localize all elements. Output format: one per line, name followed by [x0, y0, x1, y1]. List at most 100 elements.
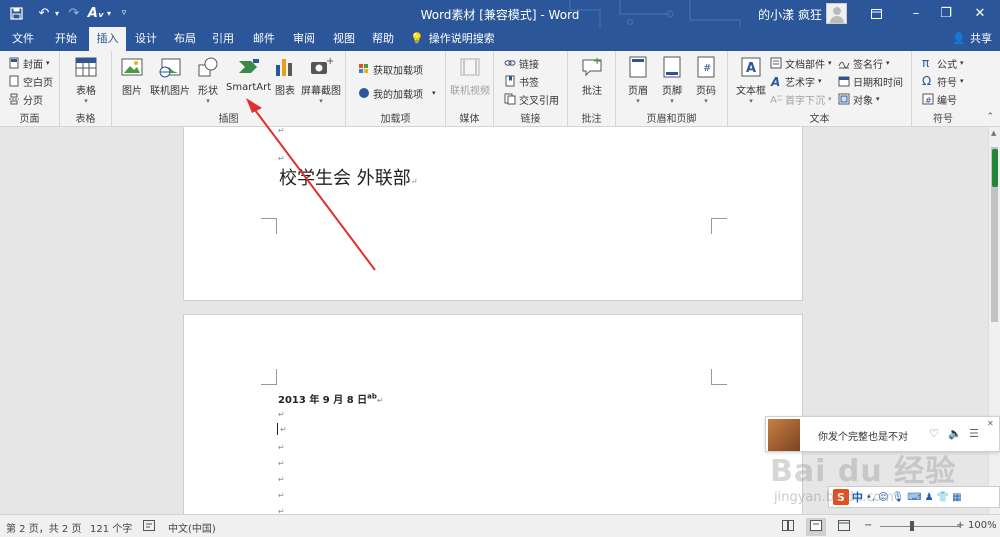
svg-text:+: + — [593, 56, 601, 67]
user-name[interactable]: 的小漾 疯狂 — [758, 6, 822, 23]
tab-view[interactable]: 视图 — [325, 27, 363, 51]
chart-button[interactable]: 图表 — [273, 55, 297, 97]
toolbox-icon[interactable]: ▦ — [952, 492, 961, 503]
list-icon[interactable]: ☰ — [969, 427, 979, 440]
table-button[interactable]: 表格 ▾ — [74, 55, 98, 105]
ribbon-tabs: 文件 开始 插入 设计 布局 引用 邮件 审阅 视图 帮助 💡 操作说明搜索 👤… — [0, 27, 1000, 51]
group-label-illustrations: 插图 — [218, 114, 239, 125]
zoom-out-button[interactable]: − — [864, 520, 872, 531]
tab-home[interactable]: 开始 — [46, 27, 86, 51]
date-time-button[interactable]: 日期和时间 — [838, 73, 903, 89]
picture-button[interactable]: 图片 — [120, 55, 144, 97]
tab-review[interactable]: 审阅 — [285, 27, 323, 51]
collapse-ribbon-icon[interactable]: ⌃ — [986, 112, 994, 122]
heart-icon[interactable]: ♡ — [929, 427, 939, 440]
tab-design[interactable]: 设计 — [128, 27, 164, 51]
svg-text:#: # — [703, 63, 711, 74]
screenshot-button[interactable]: + 屏幕截图 ▾ — [301, 55, 341, 105]
skin-icon[interactable]: 👕 — [937, 492, 949, 503]
online-picture-button[interactable]: 联机图片 — [150, 55, 190, 97]
tab-mailings[interactable]: 邮件 — [245, 27, 283, 51]
my-addins-button[interactable]: 我的加载项 ▾ — [358, 85, 436, 101]
print-layout-icon[interactable] — [806, 518, 826, 536]
wordart-label: 艺术字 — [785, 77, 815, 89]
zoom-in-button[interactable]: + — [956, 520, 964, 531]
wordart-button[interactable]: A 艺术字 ▾ — [770, 73, 822, 89]
margin-corner — [261, 369, 277, 385]
group-illustrations: 图片 联机图片 形状 ▾ SmartArt 图表 + 屏幕截图 ▾ 插图 — [112, 51, 346, 127]
new-comment-button[interactable]: + 批注 — [580, 55, 604, 97]
svg-text:A: A — [770, 95, 777, 105]
page2-date-text[interactable]: 2013 年 9 月 8 日ab↵ — [278, 391, 384, 406]
keyboard-icon[interactable]: ⌨ — [907, 492, 921, 503]
page-count[interactable]: 第 2 页，共 2 页 — [6, 520, 81, 535]
user-icon[interactable]: ♟ — [925, 492, 934, 503]
signature-line-button[interactable]: 签名行 ▾ — [838, 55, 890, 71]
header-button[interactable]: 页眉 ▾ — [626, 55, 650, 105]
group-text: A 文本框 ▾ 文档部件 ▾ A 艺术字 ▾ A 首字下沉 ▾ 签名行 ▾ 日期和时间 … — [728, 51, 912, 127]
online-video-button[interactable]: 联机视频 — [450, 55, 490, 97]
page-number-button[interactable]: # 页码 ▾ — [694, 55, 718, 105]
word-count[interactable]: 121 个字 — [90, 520, 132, 535]
scroll-up-icon[interactable]: ▲ — [991, 129, 996, 137]
store-icon — [358, 63, 370, 75]
cross-reference-label: 交叉引用 — [519, 95, 559, 107]
volume-icon[interactable]: 🔈 — [948, 427, 962, 440]
cover-page-button[interactable]: 封面 ▾ — [8, 55, 50, 71]
close-button[interactable]: ✕ — [960, 0, 1000, 27]
tab-references[interactable]: 引用 — [205, 27, 241, 51]
tab-file[interactable]: 文件 — [4, 27, 42, 51]
read-mode-icon[interactable] — [782, 520, 794, 534]
group-label-links: 链接 — [520, 114, 541, 125]
document-page-1[interactable]: ↵ ↵ 校学生会 外联部↵ — [183, 127, 803, 301]
quick-parts-button[interactable]: 文档部件 ▾ — [770, 55, 832, 71]
cross-reference-button[interactable]: 交叉引用 — [504, 91, 559, 107]
tab-insert[interactable]: 插入 — [89, 27, 126, 51]
paragraph-mark: ↵ — [278, 443, 285, 452]
proofing-icon[interactable] — [143, 520, 155, 534]
my-addins-icon — [358, 87, 370, 99]
number-label: 编号 — [937, 95, 957, 107]
number-button[interactable]: # 编号 — [922, 91, 957, 107]
zoom-slider-thumb[interactable] — [910, 521, 914, 531]
tab-layout[interactable]: 布局 — [167, 27, 203, 51]
pi-icon: π — [922, 56, 930, 70]
margin-corner — [261, 218, 277, 234]
bookmark-button[interactable]: 书签 — [504, 73, 539, 89]
scroll-grip[interactable] — [992, 149, 998, 187]
zoom-slider[interactable] — [880, 526, 960, 527]
omega-icon: Ω — [922, 74, 932, 88]
avatar[interactable] — [826, 3, 847, 24]
symbol-button[interactable]: Ω 符号 ▾ — [922, 73, 964, 89]
language-indicator[interactable]: 中文(中国) — [168, 520, 216, 535]
group-links: 链接 书签 交叉引用 链接 — [494, 51, 568, 127]
equation-button[interactable]: π 公式 ▾ — [922, 55, 964, 71]
shapes-button[interactable]: 形状 ▾ — [196, 55, 220, 105]
blank-page-icon — [8, 75, 20, 87]
group-label-addins: 加载项 — [380, 114, 411, 125]
shapes-label: 形状 — [198, 86, 218, 97]
link-button[interactable]: 链接 — [504, 55, 539, 71]
drop-cap-button[interactable]: A 首字下沉 ▾ — [770, 91, 832, 107]
smartart-button[interactable]: SmartArt — [226, 55, 271, 93]
tell-me-search[interactable]: 💡 操作说明搜索 — [410, 27, 500, 51]
vertical-scrollbar[interactable]: ▲ — [988, 127, 1000, 514]
margin-corner — [711, 369, 727, 385]
document-page-2[interactable]: 2013 年 9 月 8 日ab↵ ↵ ↵ ↵ ↵ ↵ ↵ ↵ — [183, 314, 803, 514]
textbox-button[interactable]: A 文本框 ▾ — [736, 55, 766, 105]
object-button[interactable]: 对象 ▾ — [838, 91, 880, 107]
page1-heading-text[interactable]: 校学生会 外联部↵ — [279, 164, 417, 190]
web-layout-icon[interactable] — [838, 520, 850, 534]
group-addins: 获取加载项 我的加载项 ▾ 加载项 — [346, 51, 446, 127]
textbox-icon: A — [739, 55, 763, 79]
page-break-button[interactable]: 分页 — [8, 91, 43, 107]
blank-page-button[interactable]: 空白页 — [8, 73, 53, 89]
share-button[interactable]: 👤 共享 — [952, 27, 992, 51]
get-addins-button[interactable]: 获取加载项 — [358, 61, 423, 77]
ribbon-display-icon[interactable] — [856, 0, 896, 27]
popup-close-button[interactable]: ✕ — [987, 419, 994, 428]
zoom-level[interactable]: 100% — [968, 520, 997, 531]
paragraph-mark: ↵ — [278, 127, 285, 135]
footer-button[interactable]: 页脚 ▾ — [660, 55, 684, 105]
tab-help[interactable]: 帮助 — [364, 27, 402, 51]
